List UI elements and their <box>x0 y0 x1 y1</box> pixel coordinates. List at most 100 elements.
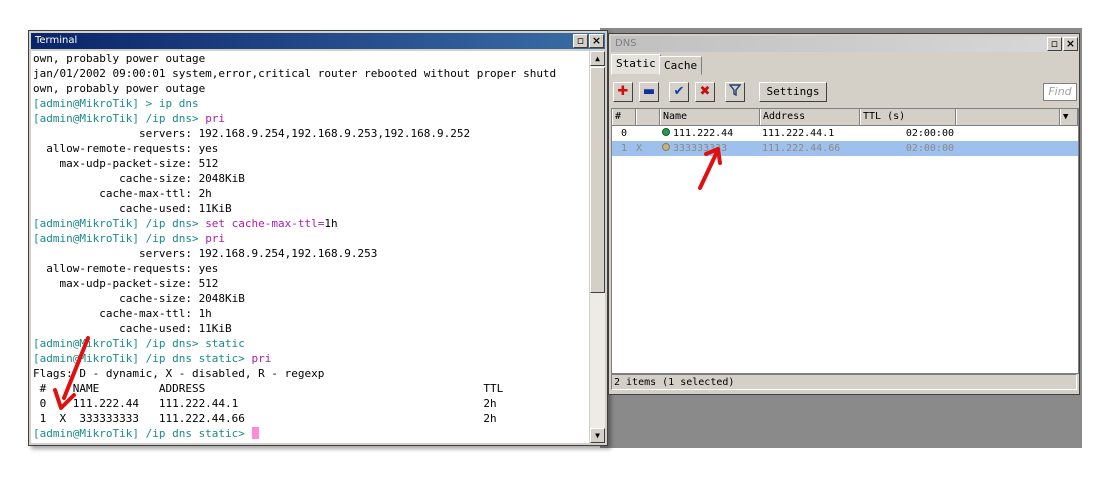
terminal-line: cache-size: 2048KiB <box>31 291 589 306</box>
terminal-text: cache-size: 2048KiB <box>33 292 245 305</box>
settings-button[interactable]: Settings <box>759 82 827 102</box>
terminal-line: [admin@MikroTik] /ip dns> pri <box>31 111 589 126</box>
terminal-line: 0 111.222.44 111.222.44.1 2h <box>31 396 589 411</box>
terminal-line: [admin@MikroTik] /ip dns static> <box>31 426 589 441</box>
terminal-title: Terminal <box>35 35 78 46</box>
terminal-command: pri <box>205 112 226 125</box>
dns-title-bar[interactable]: DNS ▫ × <box>611 36 1078 52</box>
terminal-line: servers: 192.168.9.254,192.168.9.253 <box>31 246 589 261</box>
table-row[interactable]: 0 111.222.44 111.222.44.1 02:00:00 <box>612 126 1078 141</box>
terminal-prompt: [admin@MikroTik] /ip dns> <box>33 232 206 245</box>
terminal-line: cache-max-ttl: 2h <box>31 186 589 201</box>
table-row[interactable]: 1 X 333333333 111.222.44.66 02:00:00 <box>612 141 1078 156</box>
enable-icon[interactable]: ✔ <box>669 82 689 102</box>
terminal-text: max-udp-packet-size: 512 <box>33 157 219 170</box>
terminal-line: # NAME ADDRESS TTL <box>31 381 589 396</box>
terminal-text: 1 X 333333333 111.222.44.66 2h <box>33 412 497 425</box>
annotation-arrow-terminal <box>53 336 90 410</box>
terminal-prompt: [admin@MikroTik] /ip dns> <box>33 112 206 125</box>
tab-static[interactable]: Static <box>611 54 661 75</box>
maximize-icon[interactable]: ▫ <box>573 34 588 48</box>
filter-icon[interactable] <box>725 82 745 102</box>
terminal-line: allow-remote-requests: yes <box>31 261 589 276</box>
terminal-scrollbar[interactable]: ▲ ▼ <box>590 51 605 443</box>
table-cell-num: 0 <box>620 128 628 139</box>
table-cell-address: 111.222.44.66 <box>762 143 841 154</box>
table-cell-name: 111.222.44 <box>662 126 760 141</box>
terminal-text: cache-used: 11KiB <box>33 202 232 215</box>
terminal-window: Terminal ▫ × own, probably power outage j… <box>28 30 608 446</box>
terminal-text: # NAME ADDRESS TTL <box>33 382 504 395</box>
column-menu-icon[interactable]: ▼ <box>1060 109 1078 125</box>
terminal-line: cache-used: 11KiB <box>31 201 589 216</box>
terminal-line: cache-size: 2048KiB <box>31 171 589 186</box>
close-icon[interactable]: × <box>589 34 604 48</box>
maximize-icon[interactable]: ▫ <box>1047 37 1062 51</box>
terminal-text: 0 111.222.44 111.222.44.1 2h <box>33 397 497 410</box>
dns-toolbar: ✚ ▬ ✔ ✖ Settings Find <box>611 80 1077 106</box>
terminal-command: pri <box>251 352 272 365</box>
dns-static-table: # Name Address TTL (s) ▼ 0 111.222.44 111.… <box>611 108 1079 374</box>
terminal-prompt: static <box>205 337 245 350</box>
terminal-text: max-udp-packet-size: 512 <box>33 277 219 290</box>
remove-icon[interactable]: ▬ <box>639 82 659 102</box>
terminal-prompt: [admin@MikroTik] /ip dns static> <box>33 427 252 440</box>
scrollbar-thumb[interactable] <box>590 67 605 293</box>
terminal-output[interactable]: own, probably power outage jan/01/2002 09… <box>31 51 589 443</box>
status-dot-icon <box>662 143 670 151</box>
terminal-prompt: [admin@MikroTik] /ip dns> <box>33 217 206 230</box>
table-cell-ttl: 02:00:00 <box>905 128 954 139</box>
terminal-line: cache-used: 11KiB <box>31 321 589 336</box>
column-header-ttl[interactable]: TTL (s) <box>860 109 956 125</box>
column-header-name[interactable]: Name <box>660 109 760 125</box>
status-bar: 2 items (1 selected) <box>611 374 1077 390</box>
terminal-line: max-udp-packet-size: 512 <box>31 276 589 291</box>
table-cell-num: 1 <box>620 143 628 154</box>
terminal-line: servers: 192.168.9.254,192.168.9.253,192… <box>31 126 589 141</box>
column-header-flags[interactable] <box>636 109 660 125</box>
terminal-line: 1 X 333333333 111.222.44.66 2h <box>31 411 589 426</box>
annotation-arrow-dns <box>698 147 722 190</box>
terminal-line: [admin@MikroTik] /ip dns static> pri <box>31 351 589 366</box>
terminal-line: own, probably power outage <box>31 51 589 66</box>
terminal-command: set cache-max-ttl= <box>205 217 325 230</box>
terminal-text: own, probably power outage <box>33 52 206 65</box>
terminal-text: own, probably power outage <box>33 82 206 95</box>
dns-window: DNS ▫ × Static Cache ✚ ▬ ✔ ✖ Settings Fi… <box>608 33 1080 395</box>
terminal-line: [admin@MikroTik] > ip dns <box>31 96 589 111</box>
terminal-line: Flags: D - dynamic, X - disabled, R - re… <box>31 366 589 381</box>
scroll-up-icon[interactable]: ▲ <box>590 51 605 66</box>
column-header-extra <box>956 109 1060 125</box>
terminal-text: 1h <box>324 217 338 230</box>
terminal-line: [admin@MikroTik] /ip dns> pri <box>31 231 589 246</box>
terminal-line: cache-max-ttl: 1h <box>31 306 589 321</box>
tab-cache[interactable]: Cache <box>659 56 703 75</box>
terminal-command: pri <box>205 232 226 245</box>
disable-icon[interactable]: ✖ <box>695 82 715 102</box>
terminal-line: max-udp-packet-size: 512 <box>31 156 589 171</box>
terminal-line: [admin@MikroTik] /ip dns> set cache-max-… <box>31 216 589 231</box>
terminal-cursor <box>251 427 259 439</box>
terminal-title-bar[interactable]: Terminal ▫ × <box>31 33 605 49</box>
table-cell-flag: X <box>636 143 643 154</box>
table-cell-address: 111.222.44.1 <box>762 128 835 139</box>
dns-title: DNS <box>615 38 637 49</box>
terminal-text: jan/01/2002 09:00:01 system,error,critic… <box>33 67 557 80</box>
add-icon[interactable]: ✚ <box>613 82 633 102</box>
table-cell-ttl: 02:00:00 <box>905 143 954 154</box>
terminal-prompt: [admin@MikroTik] > <box>33 97 159 110</box>
terminal-prompt: ip dns <box>158 97 199 110</box>
terminal-line: allow-remote-requests: yes <box>31 141 589 156</box>
close-icon[interactable]: × <box>1063 37 1078 51</box>
terminal-text: allow-remote-requests: yes <box>33 142 219 155</box>
column-header-address[interactable]: Address <box>760 109 860 125</box>
entry-name: 111.222.44 <box>673 128 734 139</box>
terminal-text: servers: 192.168.9.254,192.168.9.253 <box>33 247 378 260</box>
status-dot-icon <box>662 128 670 136</box>
column-header-number[interactable]: # <box>612 109 636 125</box>
terminal-text: cache-max-ttl: 1h <box>33 307 212 320</box>
find-input[interactable]: Find <box>1043 83 1077 101</box>
terminal-text: allow-remote-requests: yes <box>33 262 219 275</box>
scroll-down-icon[interactable]: ▼ <box>590 428 605 443</box>
terminal-text: cache-max-ttl: 2h <box>33 187 212 200</box>
